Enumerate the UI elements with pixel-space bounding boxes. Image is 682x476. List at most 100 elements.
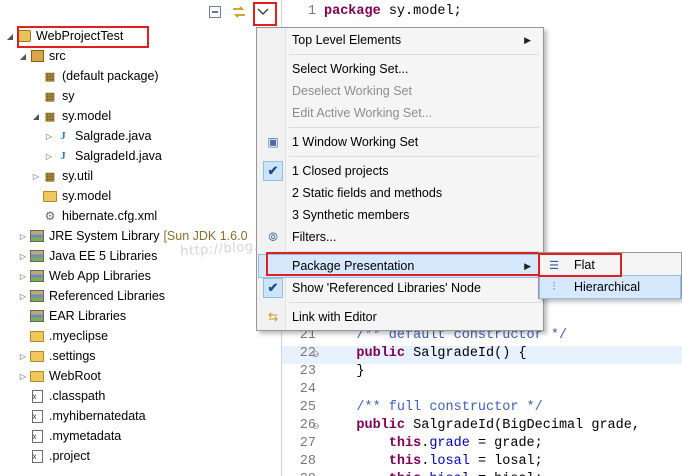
submenu-item[interactable]: ⫶ Hierarchical (539, 275, 681, 299)
menu-separator (289, 54, 539, 55)
package-explorer: ◢ WebProjectTest ◢ src ▦ (default package) ▦ sy… (0, 0, 282, 476)
tree-item[interactable]: x .project (0, 446, 281, 466)
code-token: this (388, 436, 422, 451)
tree-item[interactable]: .myeclipse (0, 326, 281, 346)
menu-item[interactable]: 2 Static fields and methods (259, 182, 541, 204)
menu-item[interactable]: ⦾ Filters... (259, 226, 541, 248)
tree-item-label: sy.model (62, 189, 112, 203)
tree-collapsed-icon[interactable]: ▷ (43, 126, 55, 146)
tree-item-label: .classpath (49, 389, 106, 403)
tree-collapsed-icon[interactable]: ▷ (17, 266, 29, 286)
tree-item[interactable]: ▷ Java EE 5 Libraries (0, 246, 281, 266)
menu-item[interactable]: ⇆ Link with Editor (259, 306, 541, 328)
code-token: this (389, 472, 421, 476)
tree-item[interactable]: ▷ J SalgradeId.java (0, 146, 281, 166)
code-text: this.grade = grade; (324, 436, 543, 451)
menu-item-label: 3 Synthetic members (292, 208, 410, 222)
tree-item-label: .settings (49, 349, 96, 363)
tree-item[interactable]: ▦ sy (0, 86, 281, 106)
menu-item-label: Select Working Set... (292, 62, 409, 76)
tree-item[interactable]: ▷ Web App Libraries (0, 266, 281, 286)
folder-icon (29, 348, 45, 364)
code-line: 28 this.losal = losal; (282, 454, 682, 472)
text-file-icon: x (29, 428, 45, 444)
tree-item-label: sy.util (62, 169, 94, 183)
tree-collapsed-icon[interactable]: ▷ (17, 226, 29, 246)
library-icon (29, 228, 45, 244)
menu-item-label: Show 'Referenced Libraries' Node (292, 281, 481, 295)
menu-item-label: Deselect Working Set (292, 84, 412, 98)
tree-item[interactable]: EAR Libraries (0, 306, 281, 326)
tree-item-label: .myeclipse (49, 329, 109, 343)
menu-item-label: Edit Active Working Set... (292, 106, 433, 120)
line-number: 22 (299, 346, 316, 361)
tree-collapsed-icon[interactable]: ▷ (17, 366, 29, 386)
menu-item[interactable]: ▣ 1 Window Working Set (259, 131, 541, 153)
menu-item[interactable]: Top Level Elements ▶ (259, 29, 541, 51)
tree-expanded-icon[interactable]: ◢ (30, 106, 42, 126)
package-icon: ▦ (44, 110, 56, 123)
code-text: this.losal = losal; (324, 454, 543, 469)
tree-item[interactable]: sy.model (0, 186, 281, 206)
tree-item-label: Web App Libraries (49, 269, 151, 283)
code-text: this.hisal = hisal; (324, 472, 543, 476)
collapse-all-icon[interactable] (205, 2, 225, 22)
menu-item[interactable]: ✔ Show 'Referenced Libraries' Node (259, 277, 541, 299)
code-token: } (324, 364, 365, 379)
checkmark-icon: ✔ (263, 278, 283, 298)
tree-collapsed-icon[interactable]: ▷ (17, 286, 29, 306)
menu-item-label: Link with Editor (292, 310, 377, 324)
package-icon: ▦ (44, 90, 56, 103)
tree-collapsed-icon[interactable]: ▷ (17, 346, 29, 366)
code-token: = hisal; (470, 472, 543, 476)
tree-collapsed-icon[interactable]: ▷ (30, 166, 42, 186)
tree-item[interactable]: ▷ WebRoot (0, 366, 281, 386)
tree-item[interactable]: ◢ ▦ sy.model (0, 106, 281, 126)
tree-item[interactable]: x .mymetadata (0, 426, 281, 446)
tree-item-label: Salgrade.java (75, 129, 152, 143)
java-file-icon: J (60, 150, 66, 162)
tree-item[interactable]: x .classpath (0, 386, 281, 406)
tree-collapsed-icon[interactable]: ▷ (17, 246, 29, 266)
tree-expanded-icon[interactable]: ◢ (4, 26, 16, 46)
tree-item[interactable]: x .myhibernatedata (0, 406, 281, 426)
tree-item-label: sy.model (62, 109, 112, 123)
tree-item[interactable]: ▷ ▦ sy.util (0, 166, 281, 186)
tree-item[interactable]: ▷ Referenced Libraries (0, 286, 281, 306)
tree-collapsed-icon[interactable]: ▷ (43, 146, 55, 166)
tree-item-label: Referenced Libraries (49, 289, 166, 303)
fold-collapse-icon[interactable]: ⊖ (312, 349, 320, 360)
tree-item-label: hibernate.cfg.xml (62, 209, 158, 223)
tree-item[interactable]: ▦ (default package) (0, 66, 281, 86)
folder-icon (29, 368, 45, 384)
tree-item[interactable]: ▷ J Salgrade.java (0, 126, 281, 146)
tree-item[interactable]: ▷ JRE System Library [Sun JDK 1.6.0 (0, 226, 281, 246)
tree-item[interactable]: ▷ .settings (0, 346, 281, 366)
menu-item[interactable]: Select Working Set... (259, 58, 541, 80)
tree-expanded-icon[interactable]: ◢ (17, 46, 29, 66)
tree-item[interactable]: ◢ src (0, 46, 281, 66)
line-number: 1 (307, 4, 316, 19)
text-file-icon: x (29, 448, 45, 464)
menu-item[interactable]: 3 Synthetic members (259, 204, 541, 226)
tree-item[interactable]: ⚙ hibernate.cfg.xml (0, 206, 281, 226)
link-with-editor-icon[interactable] (229, 2, 249, 22)
java-file-icon: J (60, 130, 66, 142)
text-file-icon: x (29, 408, 45, 424)
code-token: SalgradeId() { (413, 346, 527, 361)
menu-item[interactable]: ✔ 1 Closed projects (259, 160, 541, 182)
xml-file-icon: ⚙ (44, 209, 56, 223)
code-token: public (324, 346, 406, 361)
library-icon (29, 268, 45, 284)
code-line: 24 (282, 382, 682, 400)
fold-collapse-icon[interactable]: ⊖ (312, 421, 320, 432)
code-text: package sy.model; (324, 4, 462, 19)
code-token: = losal; (469, 454, 543, 469)
